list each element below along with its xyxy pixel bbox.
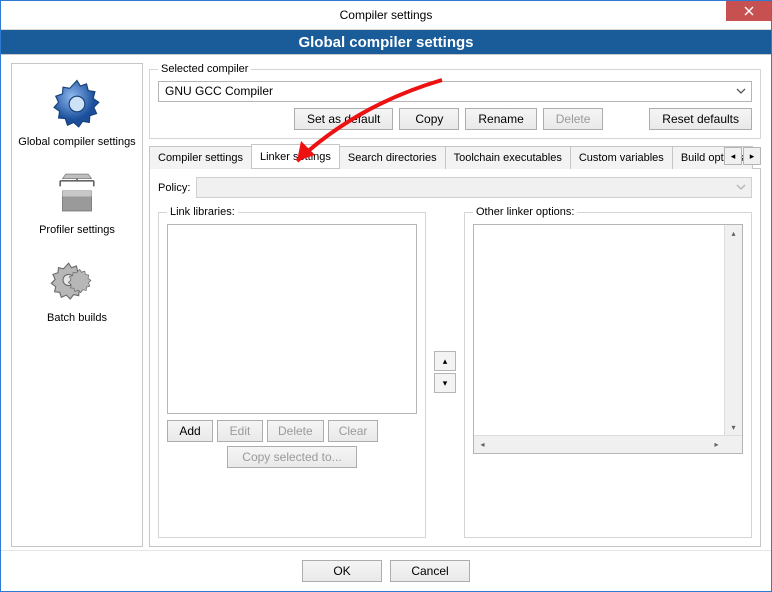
sidebar-item-global-compiler[interactable]: Global compiler settings bbox=[14, 70, 140, 154]
horizontal-scrollbar[interactable]: ◂ ▸ bbox=[474, 435, 742, 453]
gear-icon bbox=[14, 72, 140, 136]
compiler-buttons-row: Set as default Copy Rename Delete Reset … bbox=[158, 108, 752, 130]
scroll-down-icon: ▾ bbox=[725, 419, 742, 436]
scroll-right-icon: ▸ bbox=[708, 436, 725, 453]
selected-compiler-group: Selected compiler GNU GCC Compiler Set a… bbox=[149, 63, 761, 139]
link-libraries-legend: Link libraries: bbox=[167, 206, 238, 218]
triangle-right-icon: ▸ bbox=[750, 151, 755, 162]
copy-button[interactable]: Copy bbox=[399, 108, 459, 130]
tab-linker-settings[interactable]: Linker settings bbox=[251, 144, 340, 168]
gears-icon bbox=[14, 248, 140, 312]
banner-title: Global compiler settings bbox=[1, 30, 771, 55]
tab-scroll-right[interactable]: ▸ bbox=[743, 147, 761, 165]
chevron-down-icon bbox=[735, 85, 747, 100]
selected-compiler-legend: Selected compiler bbox=[158, 63, 251, 75]
policy-select[interactable] bbox=[196, 177, 752, 198]
policy-row: Policy: bbox=[158, 177, 752, 198]
link-libraries-list[interactable] bbox=[167, 224, 417, 414]
tab-scroll-buttons: ◂ ▸ bbox=[723, 145, 761, 167]
triangle-down-icon: ▾ bbox=[443, 378, 448, 389]
add-library-button[interactable]: Add bbox=[167, 420, 213, 442]
clear-libraries-button[interactable]: Clear bbox=[328, 420, 379, 442]
profiler-icon bbox=[14, 160, 140, 224]
vertical-scrollbar[interactable]: ▴ ▾ bbox=[724, 225, 742, 436]
sidebar-item-batch-builds[interactable]: Batch builds bbox=[14, 246, 140, 330]
link-libraries-group: Link libraries: Add Edit Delete Clear Co… bbox=[158, 206, 426, 538]
main-panel: Selected compiler GNU GCC Compiler Set a… bbox=[149, 63, 761, 547]
chevron-down-icon bbox=[735, 181, 747, 196]
scroll-up-icon: ▴ bbox=[725, 225, 742, 242]
scroll-left-icon: ◂ bbox=[474, 436, 491, 453]
tab-custom-variables[interactable]: Custom variables bbox=[570, 146, 673, 169]
category-sidebar: Global compiler settings Profiler settin… bbox=[11, 63, 143, 547]
other-linker-options-group: Other linker options: ▴ ▾ ◂ ▸ bbox=[464, 206, 752, 538]
dialog-body: Global compiler settings Profiler settin… bbox=[1, 55, 771, 551]
tab-toolchain-executables[interactable]: Toolchain executables bbox=[445, 146, 571, 169]
rename-button[interactable]: Rename bbox=[465, 108, 536, 130]
sidebar-item-label: Global compiler settings bbox=[14, 136, 140, 148]
triangle-left-icon: ◂ bbox=[731, 151, 736, 162]
cancel-button[interactable]: Cancel bbox=[390, 560, 470, 582]
window-title: Compiler settings bbox=[1, 8, 771, 22]
other-linker-options-legend: Other linker options: bbox=[473, 206, 577, 218]
compiler-settings-window: Compiler settings Global compiler settin… bbox=[0, 0, 772, 592]
delete-library-button[interactable]: Delete bbox=[267, 420, 324, 442]
copy-selected-button[interactable]: Copy selected to... bbox=[227, 446, 357, 468]
sidebar-item-label: Batch builds bbox=[14, 312, 140, 324]
linker-settings-panel: Policy: Link libraries: Add bbox=[149, 169, 761, 547]
ok-button[interactable]: OK bbox=[302, 560, 382, 582]
reorder-buttons: ▴ ▾ bbox=[434, 206, 456, 538]
other-linker-options-textarea[interactable]: ▴ ▾ ◂ ▸ bbox=[473, 224, 743, 454]
reset-defaults-button[interactable]: Reset defaults bbox=[649, 108, 752, 130]
close-button[interactable] bbox=[726, 1, 771, 21]
set-default-button[interactable]: Set as default bbox=[294, 108, 393, 130]
tabstrip: Compiler settings Linker settings Search… bbox=[149, 145, 761, 169]
delete-compiler-button[interactable]: Delete bbox=[543, 108, 604, 130]
titlebar: Compiler settings bbox=[1, 1, 771, 30]
move-down-button[interactable]: ▾ bbox=[434, 373, 456, 393]
tab-scroll-left[interactable]: ◂ bbox=[724, 147, 742, 165]
policy-label: Policy: bbox=[158, 182, 190, 194]
sidebar-item-label: Profiler settings bbox=[14, 224, 140, 236]
link-libraries-buttons: Add Edit Delete Clear bbox=[167, 420, 417, 442]
tab-compiler-settings[interactable]: Compiler settings bbox=[149, 146, 252, 169]
compiler-select[interactable]: GNU GCC Compiler bbox=[158, 81, 752, 102]
sidebar-item-profiler[interactable]: Profiler settings bbox=[14, 158, 140, 242]
dialog-footer: OK Cancel bbox=[1, 550, 771, 591]
triangle-up-icon: ▴ bbox=[443, 356, 448, 367]
compiler-select-value: GNU GCC Compiler bbox=[165, 84, 273, 98]
move-up-button[interactable]: ▴ bbox=[434, 351, 456, 371]
close-icon bbox=[744, 4, 754, 19]
edit-library-button[interactable]: Edit bbox=[217, 420, 263, 442]
tab-search-directories[interactable]: Search directories bbox=[339, 146, 446, 169]
